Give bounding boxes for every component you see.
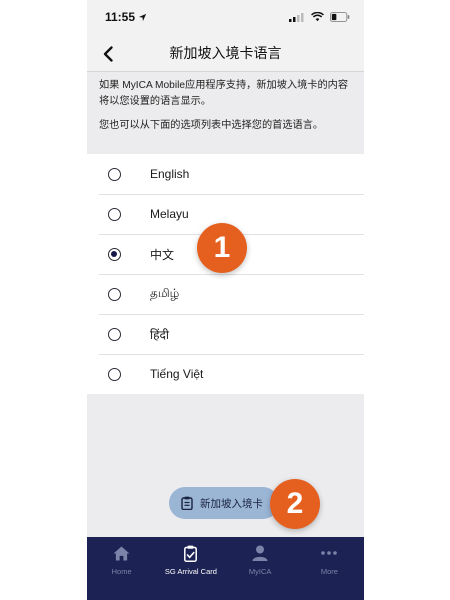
tab-label: More (320, 567, 338, 576)
language-label: Tiếng Việt (150, 367, 204, 381)
radio-button[interactable] (108, 367, 121, 381)
clipboard-icon (181, 496, 193, 510)
location-arrow-icon (138, 13, 147, 21)
tab-more[interactable]: More (295, 544, 364, 600)
chevron-left-icon (103, 46, 113, 62)
status-icons (289, 12, 350, 22)
page-title: 新加坡入境卡语言 (169, 44, 282, 61)
language-label: தமிழ் (150, 286, 180, 300)
language-option-vietnamese[interactable]: Tiếng Việt (87, 354, 364, 394)
language-label: Melayu (150, 207, 189, 221)
battery-icon (330, 12, 350, 22)
wifi-icon (311, 12, 324, 22)
tab-myica[interactable]: MyICA (226, 544, 295, 600)
step-badge-1: 1 (197, 223, 247, 273)
language-option-hindi[interactable]: हिंदी (87, 314, 364, 354)
tab-label: MyICA (248, 567, 272, 576)
radio-button[interactable] (108, 327, 121, 341)
description: 如果 MyICA Mobile应用程序支持，新加坡入境卡的内容将以您设置的语言显… (87, 78, 364, 134)
arrival-card-fab-button[interactable]: 新加坡入境卡 (169, 487, 279, 519)
language-option-tamil[interactable]: தமிழ் (87, 274, 364, 314)
radio-button-selected[interactable] (108, 247, 121, 261)
tab-sg-arrival-card[interactable]: SG Arrival Card (156, 544, 225, 600)
tab-label: SG Arrival Card (164, 567, 217, 576)
tab-home[interactable]: Home (87, 544, 156, 600)
language-label: English (150, 167, 190, 181)
language-option-english[interactable]: English (87, 154, 364, 194)
description-text-2: 您也可以从下面的选项列表中选择您的首选语言。 (99, 120, 324, 131)
status-bar: 11:55 (87, 0, 364, 34)
language-options-list: English Melayu 中文 தமிழ் हिंदी Tiếng Việt (87, 154, 364, 394)
back-button[interactable] (97, 43, 119, 65)
language-label: हिंदी (150, 327, 169, 342)
home-icon (113, 545, 130, 561)
phone-screen: 11:55 新加坡入境卡语言 如果 MyICA Mobile应用程序支持，新加坡… (87, 0, 364, 600)
fab-label: 新加坡入境卡 (200, 497, 263, 510)
nav-bar: 新加坡入境卡语言 (87, 34, 364, 72)
description-text-1: 如果 MyICA Mobile应用程序支持，新加坡入境卡的内容将以您设置的语言显… (99, 80, 349, 107)
status-time: 11:55 (105, 10, 136, 24)
step-badge-2: 2 (270, 479, 320, 529)
status-time-group: 11:55 (105, 10, 147, 24)
radio-button[interactable] (108, 207, 121, 221)
bottom-tab-bar: Home SG Arrival Card MyICA More (87, 537, 364, 600)
person-icon (252, 545, 268, 561)
radio-button[interactable] (108, 287, 121, 301)
language-label: 中文 (150, 247, 175, 262)
clipboard-check-icon (184, 545, 198, 562)
signal-icon (289, 13, 304, 22)
more-dots-icon (321, 551, 338, 555)
radio-button[interactable] (108, 167, 121, 181)
tab-label: Home (111, 567, 132, 576)
